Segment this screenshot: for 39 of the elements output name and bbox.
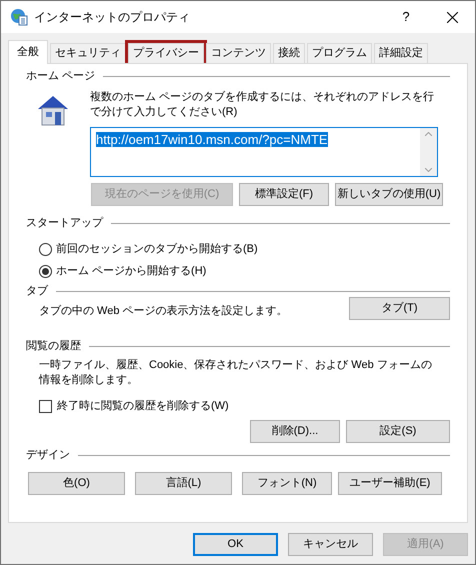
section-heading: ホーム ページ [26, 68, 96, 84]
address-field[interactable]: http://oem17win10.msn.com/?pc=NMTE [90, 127, 438, 177]
tab[interactable]: セキュリティ [50, 43, 126, 63]
button[interactable]: 設定(S) [346, 420, 450, 442]
tab[interactable]: プライバシー [128, 43, 204, 63]
close-icon [446, 12, 458, 22]
window-title: インターネットのプロパティ [34, 9, 190, 26]
button[interactable]: 色(O) [28, 472, 125, 494]
button[interactable]: 標準設定(F) [239, 183, 329, 206]
house-icon [36, 94, 70, 126]
button[interactable]: ユーザー補助(E) [338, 472, 442, 494]
button[interactable]: OK [193, 533, 278, 556]
tabs-button[interactable]: タブ(T) [349, 297, 450, 320]
radio-option[interactable]: ホーム ページから開始する(H) [39, 263, 450, 279]
radio-option[interactable]: 前回のセッションのタブから開始する(B) [39, 241, 450, 257]
tab[interactable]: 詳細設定 [374, 43, 428, 63]
description-text: タブの中の Web ページの表示方法を設定します。 [39, 304, 288, 320]
tab[interactable]: コンテンツ [206, 43, 271, 63]
radio-button[interactable] [39, 264, 52, 278]
tab[interactable]: プログラム [307, 43, 372, 63]
section-heading: タブ [26, 284, 48, 299]
section-heading: デザイン [26, 448, 70, 464]
globe-icon [10, 8, 28, 26]
button[interactable]: キャンセル [288, 533, 373, 556]
description-text: 一時ファイル、履歴、Cookie、保存されたパスワード、および Web フォームの情報を削除します。 [39, 358, 433, 388]
section-heading: 閲覧の履歴 [26, 338, 81, 354]
checkbox[interactable] [39, 400, 52, 413]
button[interactable]: フォント(N) [242, 472, 332, 494]
section-heading: スタートアップ [26, 216, 103, 231]
help-button[interactable]: ? [383, 2, 429, 32]
radio-button[interactable] [39, 242, 52, 256]
button[interactable]: 新しいタブの使用(U) [335, 183, 443, 206]
instruction-text: 複数のホーム ページのタブを作成するには、それぞれのアドレスを行で分けて入力してください(R) [90, 90, 436, 120]
tab[interactable]: 接続 [273, 43, 305, 63]
button[interactable]: 削除(D)... [250, 420, 340, 442]
address-text: http://oem17win10.msn.com/?pc=NMTE [96, 132, 328, 147]
button[interactable]: 言語(L) [135, 472, 232, 494]
tab[interactable]: 全般 [8, 40, 48, 64]
checkbox-row[interactable]: 終了時に閲覧の履歴を削除する(W) [39, 398, 450, 414]
